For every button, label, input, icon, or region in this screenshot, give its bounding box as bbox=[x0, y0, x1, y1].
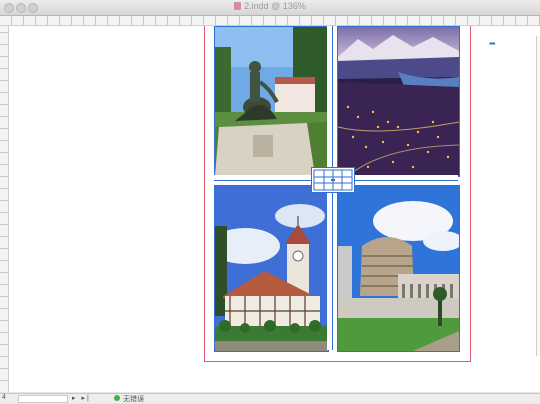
document-title-text: 2.indd @ 136% bbox=[244, 1, 306, 11]
side-panel-edge[interactable] bbox=[536, 36, 540, 356]
preflight-status-icon bbox=[114, 395, 120, 401]
title-bar: 2.indd @ 136% bbox=[0, 0, 540, 16]
photo-frame-statue[interactable] bbox=[214, 26, 329, 177]
city-night-photo-icon bbox=[338, 27, 459, 176]
parliament-photo-icon bbox=[338, 186, 459, 351]
photo-frame-city[interactable] bbox=[337, 26, 460, 177]
photo-frame-parliament[interactable] bbox=[337, 185, 460, 352]
zoom-level[interactable]: 4 bbox=[2, 394, 6, 401]
document-title: 2.indd @ 136% bbox=[0, 1, 540, 11]
vertical-ruler[interactable] bbox=[0, 26, 9, 392]
photo-frame-clock-tower[interactable] bbox=[214, 185, 329, 352]
table-grid-handle[interactable] bbox=[311, 167, 355, 193]
horizontal-ruler[interactable] bbox=[0, 16, 540, 26]
page-navigation-arrows[interactable]: ▸ ▸| bbox=[72, 394, 91, 402]
cursor-indicator-icon: ▪▪▪ bbox=[489, 39, 495, 48]
indesign-document-icon bbox=[234, 2, 242, 10]
preflight-status-text[interactable]: 无错误 bbox=[123, 394, 144, 404]
statue-photo-icon bbox=[215, 27, 328, 176]
tudor-building-photo-icon bbox=[215, 186, 328, 351]
table-grid-icon bbox=[313, 169, 353, 191]
